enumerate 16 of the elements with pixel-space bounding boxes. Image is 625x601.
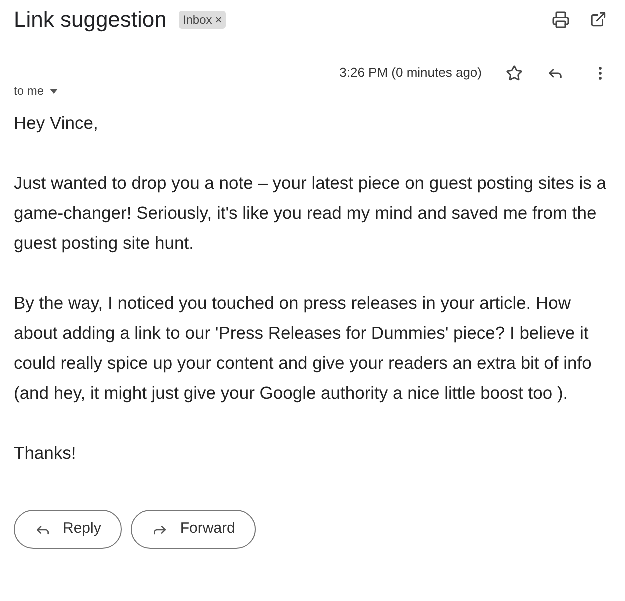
email-paragraph: Hey Vince, xyxy=(14,112,100,135)
print-icon[interactable] xyxy=(552,10,570,28)
timestamp: 3:26 PM (0 minutes ago) xyxy=(340,64,482,82)
email-paragraph: Just wanted to drop you a note – your latest piece on guest posting sites is a game-changer! Seriously, it's like you read my mind and saved me from the guest posting site hunt. xyxy=(14,172,608,255)
label-text: Inbox xyxy=(182,12,212,28)
email-paragraph: By the way, I noticed you touched on press releases in your article. How about adding a link to our 'Press Releases for Dummies' piece? I believe it could really spice up your content and give your readers an extra bit of info (and hey, it might just give your Google authority a nice little boost too ). xyxy=(14,292,593,405)
caret-icon xyxy=(50,88,58,94)
email-subject: Link suggestion xyxy=(14,6,167,34)
email-paragraph: Thanks! xyxy=(14,442,78,465)
forward-button[interactable]: Forward xyxy=(131,510,256,549)
label-chip[interactable]: Inbox × xyxy=(178,10,226,28)
star-icon[interactable] xyxy=(506,64,523,82)
open-in-new-window-icon[interactable] xyxy=(590,11,607,28)
remove-label-button[interactable]: × xyxy=(215,10,222,28)
reply-button[interactable]: Reply xyxy=(14,510,122,549)
recipient-dropdown[interactable]: to me xyxy=(14,82,58,100)
